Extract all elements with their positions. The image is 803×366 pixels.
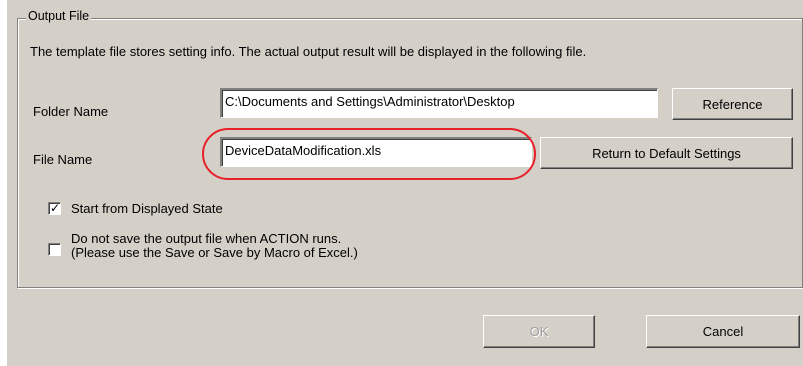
return-to-default-settings-button[interactable]: Return to Default Settings — [540, 137, 793, 169]
ok-button[interactable]: OK — [483, 315, 595, 348]
checkmark-icon: ✓ — [50, 201, 61, 215]
groupbox-description: The template file stores setting info. T… — [30, 44, 587, 59]
output-file-dialog: Output File The template file stores set… — [7, 0, 803, 366]
groupbox-title: Output File — [26, 9, 92, 23]
folder-name-input[interactable]: C:\Documents and Settings\Administrator\… — [220, 88, 658, 118]
do-not-save-label-line2: (Please use the Save or Save by Macro of… — [71, 245, 358, 260]
do-not-save-checkbox[interactable] — [48, 243, 61, 256]
start-from-displayed-state-checkbox[interactable]: ✓ — [48, 201, 61, 215]
do-not-save-label-line1: Do not save the output file when ACTION … — [71, 231, 342, 246]
do-not-save-label: Do not save the output file when ACTION … — [71, 232, 358, 260]
reference-button[interactable]: Reference — [672, 88, 793, 120]
cancel-button[interactable]: Cancel — [646, 315, 800, 348]
file-name-label: File Name — [33, 152, 93, 167]
folder-name-label: Folder Name — [33, 104, 109, 119]
start-from-displayed-state-label: Start from Displayed State — [71, 201, 223, 216]
file-name-input[interactable]: DeviceDataModification.xls — [220, 137, 532, 167]
